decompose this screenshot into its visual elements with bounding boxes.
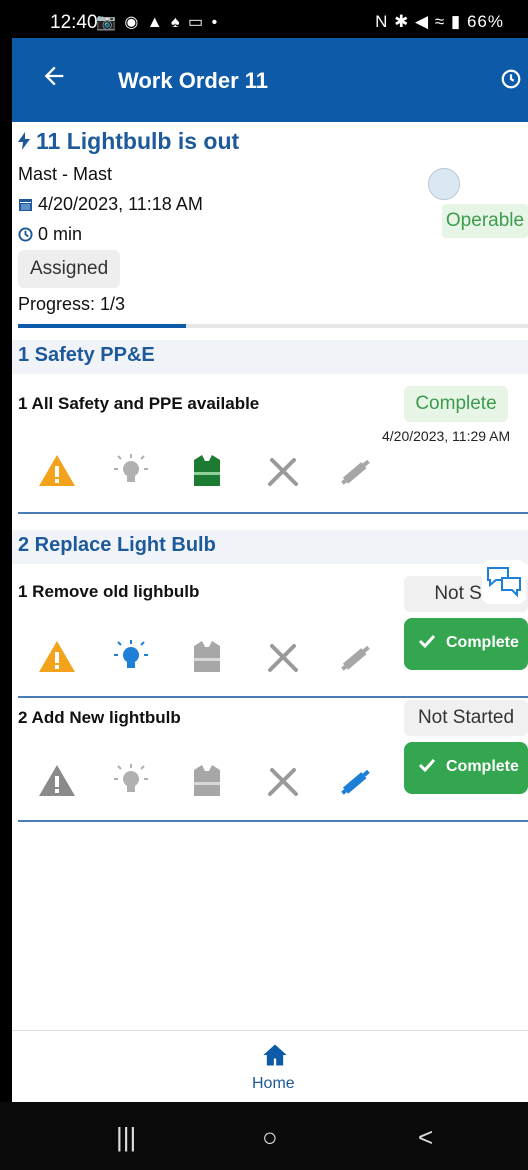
duration-line: 0 min [18,224,82,245]
app-screen: Work Order 11 11 Lightbulb is out Mast -… [12,38,528,1102]
tools-icon[interactable] [262,636,304,678]
section-header-replace: 2 Replace Light Bulb [12,530,528,564]
task-title: 2 Add New lightbulb [18,708,181,727]
complete-button[interactable]: Complete [404,742,528,794]
section-header-safety: 1 Safety PP&E [12,340,528,374]
work-order-heading: 11 Lightbulb is out [18,128,239,155]
warning-icon[interactable] [36,760,78,802]
lightning-icon [18,132,30,150]
status-bar: 12:40 📷 ◉ ▲ ♠ ▭ • N ✱ ◀ ≈ ▮ 66% [0,0,528,38]
calendar-icon [19,199,32,211]
check-icon [418,758,436,773]
tools-icon[interactable] [262,450,304,492]
divider [18,820,528,822]
spark-plug-icon[interactable] [336,760,378,802]
task-title: 1 All Safety and PPE available [18,394,260,413]
warning-icon[interactable] [36,450,78,492]
page-title: Work Order 11 [118,68,268,93]
home-button[interactable]: ○ [262,1122,278,1153]
back-arrow-icon[interactable] [40,62,68,90]
complete-button[interactable]: Complete [404,618,528,670]
avatar[interactable] [428,168,460,200]
warning-icon[interactable] [36,636,78,678]
divider [18,512,528,514]
nav-home-label[interactable]: Home [252,1075,295,1093]
bottom-navigation: Home [12,1030,528,1102]
status-badge: Assigned [18,250,121,288]
clock-icon[interactable] [500,68,522,90]
location-label: Mast - Mast [18,164,113,184]
task-status-badge: Complete [404,386,508,422]
progress-bar [18,324,528,328]
chat-bubbles-icon[interactable] [482,560,526,604]
system-navigation-bar: ||| ○ < [0,1102,528,1170]
condition-badge: Operable [442,204,528,238]
back-button[interactable]: < [418,1122,433,1153]
spark-plug-icon[interactable] [336,450,378,492]
divider [18,696,528,698]
task-status-badge: Not Started [404,700,528,736]
task-title: 1 Remove old lighbulb [18,582,200,601]
safety-vest-icon[interactable] [186,760,228,802]
status-notification-icons: 📷 ◉ ▲ ♠ ▭ • [96,14,220,31]
lightbulb-icon[interactable] [110,760,152,802]
check-icon [418,634,436,649]
progress-bar-fill [18,324,187,328]
task-completed-timestamp: 4/20/2023, 11:29 AM [382,428,511,444]
progress-label: Progress: 1/3 [18,294,126,314]
lightbulb-icon[interactable] [110,636,152,678]
safety-vest-icon[interactable] [186,450,228,492]
home-icon[interactable] [261,1041,289,1069]
app-bar: Work Order 11 [12,38,528,122]
date-line: 4/20/2023, 11:18 AM [18,194,203,215]
status-system-icons: N ✱ ◀ ≈ ▮ 66% [375,12,504,31]
clock-small-icon [18,227,33,242]
safety-vest-icon[interactable] [186,636,228,678]
spark-plug-icon[interactable] [336,636,378,678]
tools-icon[interactable] [262,760,304,802]
recent-apps-button[interactable]: ||| [116,1122,136,1153]
lightbulb-icon[interactable] [110,450,152,492]
status-time: 12:40 [50,12,98,33]
